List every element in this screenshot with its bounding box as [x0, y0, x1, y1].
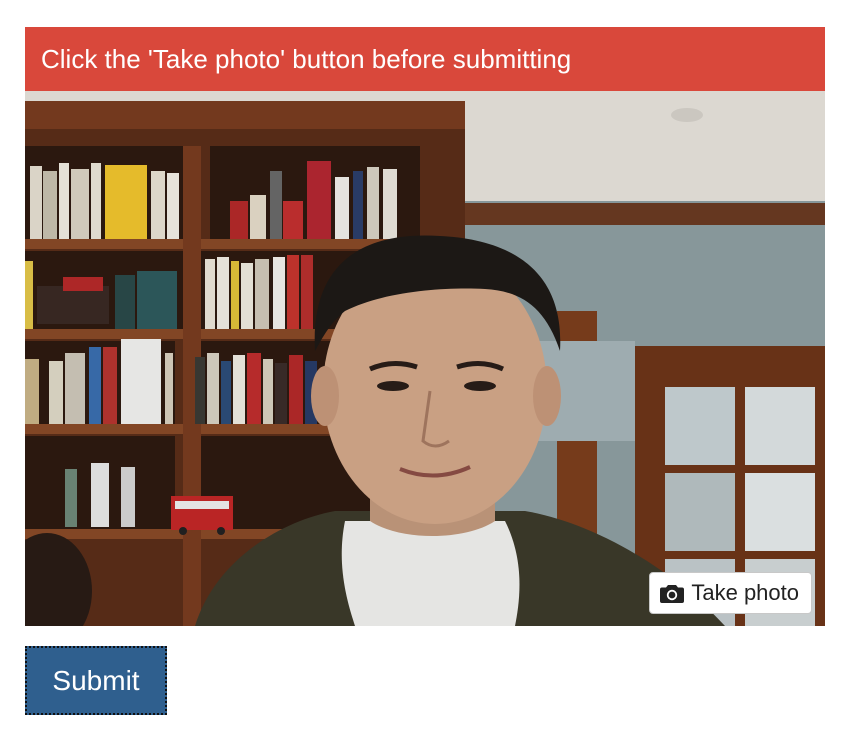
webcam-video-feed — [25, 91, 825, 626]
alert-banner: Click the 'Take photo' button before sub… — [25, 27, 825, 91]
alert-message: Click the 'Take photo' button before sub… — [41, 44, 572, 74]
take-photo-label: Take photo — [691, 580, 799, 605]
photo-capture-panel: Click the 'Take photo' button before sub… — [25, 27, 825, 626]
submit-button[interactable]: Submit — [25, 646, 167, 715]
camera-icon — [660, 583, 685, 603]
take-photo-button[interactable]: Take photo — [649, 572, 812, 614]
webcam-preview: Take photo — [25, 91, 825, 626]
